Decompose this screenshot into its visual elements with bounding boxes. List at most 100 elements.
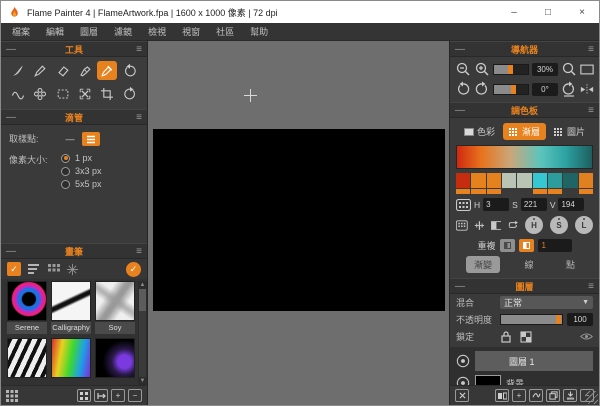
blur-tool[interactable] (30, 84, 50, 103)
import-brush-button[interactable] (94, 389, 108, 402)
convert-layer-button[interactable] (529, 389, 543, 402)
slider-handle[interactable] (511, 85, 516, 94)
brush-thumbnail[interactable] (95, 338, 135, 378)
menu-file[interactable]: 檔案 (5, 23, 37, 40)
rotation-slider[interactable] (493, 84, 529, 95)
close-button[interactable]: × (565, 1, 599, 23)
add-layer-button[interactable]: + (512, 389, 526, 402)
collapse-icon[interactable]: — (455, 281, 467, 292)
clear-layer-button[interactable] (455, 389, 469, 402)
thumbnail-grid-icon[interactable] (47, 263, 61, 275)
swatch[interactable] (563, 173, 577, 194)
brush-thumbnail[interactable] (95, 281, 135, 321)
tab-image[interactable]: 圖片 (548, 123, 591, 140)
favorites-filter-checkbox[interactable]: ✓ (7, 262, 21, 276)
swatch[interactable] (533, 173, 547, 194)
brush-scrollbar[interactable]: ▲ ▼ (138, 281, 147, 385)
scrollbar-thumb[interactable] (139, 289, 146, 311)
brush-item[interactable] (95, 338, 135, 378)
rotate-right-icon[interactable] (474, 81, 490, 97)
apply-selection-button[interactable]: ✓ (126, 262, 141, 277)
menu-community[interactable]: 社區 (209, 23, 241, 40)
repeat-loop-icon[interactable] (507, 219, 519, 231)
radio-5x5px[interactable]: 5x5 px (61, 179, 102, 189)
menu-layer[interactable]: 圖層 (73, 23, 105, 40)
brush-thumbnail[interactable] (51, 281, 91, 321)
brush-item[interactable] (7, 338, 47, 378)
swatch[interactable] (548, 173, 562, 194)
panel-menu-icon[interactable]: ≡ (582, 105, 594, 116)
panel-menu-icon[interactable]: ≡ (582, 281, 594, 292)
maximize-button[interactable]: □ (531, 1, 565, 23)
brush-thumbnail[interactable] (51, 338, 91, 378)
transform-tool[interactable] (75, 84, 95, 103)
pencil-tool[interactable] (30, 61, 50, 80)
panel-menu-icon[interactable]: ≡ (130, 112, 142, 123)
brush-strokes-icon[interactable] (26, 261, 42, 277)
add-brush-button[interactable]: + (111, 389, 125, 402)
menu-window[interactable]: 視窗 (175, 23, 207, 40)
brush-item[interactable]: Calligraphy (51, 281, 91, 334)
repeat-off-toggle[interactable] (500, 239, 515, 252)
v-input[interactable]: 194 (558, 198, 584, 211)
collapse-icon[interactable]: — (6, 112, 18, 123)
swatch-color[interactable] (533, 173, 547, 188)
brush-item[interactable]: Soy (95, 281, 135, 334)
swatch-color[interactable] (456, 173, 470, 188)
repeat-on-toggle[interactable] (519, 239, 534, 252)
sample-single-button[interactable]: — (61, 132, 79, 146)
s-input[interactable]: 221 (521, 198, 547, 211)
eyedropper-tool[interactable] (97, 61, 117, 80)
swatch-color[interactable] (563, 173, 577, 188)
swatch[interactable] (517, 173, 531, 194)
hue-dial[interactable]: H (525, 216, 543, 234)
radio-3x3px[interactable]: 3x3 px (61, 166, 102, 176)
zoom-value[interactable]: 30% (532, 63, 558, 76)
merge-down-button[interactable] (563, 389, 577, 402)
mode-line-button[interactable]: 線 (516, 256, 541, 273)
collapse-icon[interactable]: — (455, 44, 467, 55)
menu-filter[interactable]: 濾鏡 (107, 23, 139, 40)
grid-options-icon[interactable] (456, 219, 468, 232)
mode-point-button[interactable]: 點 (558, 256, 583, 273)
swatch[interactable] (502, 173, 516, 194)
grid-view-icon[interactable] (6, 390, 18, 402)
tab-gradient[interactable]: 漸層 (503, 123, 546, 140)
swatch[interactable] (579, 173, 593, 194)
blend-mode-select[interactable]: 正常▼ (500, 296, 593, 309)
menu-help[interactable]: 幫助 (243, 23, 275, 40)
duplicate-layer-button[interactable] (546, 389, 560, 402)
lock-transparency-icon[interactable] (520, 331, 532, 343)
collapse-icon[interactable]: — (6, 246, 18, 257)
swatch-color[interactable] (487, 173, 501, 188)
brush-group-button[interactable] (77, 389, 91, 402)
ink-brush-tool[interactable] (75, 61, 95, 80)
spread-icon[interactable] (474, 219, 485, 232)
rotation-value[interactable]: 0° (532, 83, 558, 96)
zoom-in-icon[interactable] (474, 61, 490, 77)
export-layer-button[interactable] (495, 389, 509, 402)
numeric-pad-icon[interactable] (456, 199, 471, 211)
contrast-icon[interactable] (491, 220, 502, 231)
swatch-color[interactable] (548, 173, 562, 188)
lightness-dial[interactable]: L (575, 216, 593, 234)
gradient-bar[interactable] (456, 145, 593, 169)
flame-brush-tool[interactable] (8, 61, 28, 80)
brush-thumbnail[interactable] (7, 338, 47, 378)
swatch-color[interactable] (471, 173, 485, 188)
slider-handle[interactable] (508, 65, 513, 74)
redo-button[interactable] (120, 84, 140, 103)
eraser-tool[interactable] (53, 61, 73, 80)
window-resize-grip[interactable] (585, 391, 598, 404)
swatch[interactable] (487, 173, 501, 194)
brush-item[interactable]: Serene (7, 281, 47, 334)
zoom-out-icon[interactable] (455, 61, 471, 77)
collapse-icon[interactable]: — (6, 44, 18, 55)
slider-handle[interactable] (556, 315, 561, 324)
tab-color[interactable]: 色彩 (458, 123, 501, 140)
sample-average-button[interactable] (82, 132, 100, 146)
flip-horizontal-icon[interactable] (580, 83, 594, 96)
mode-gradient-button[interactable]: 漸變 (466, 256, 500, 273)
lock-icon[interactable] (500, 330, 512, 343)
swatch[interactable] (471, 173, 485, 194)
